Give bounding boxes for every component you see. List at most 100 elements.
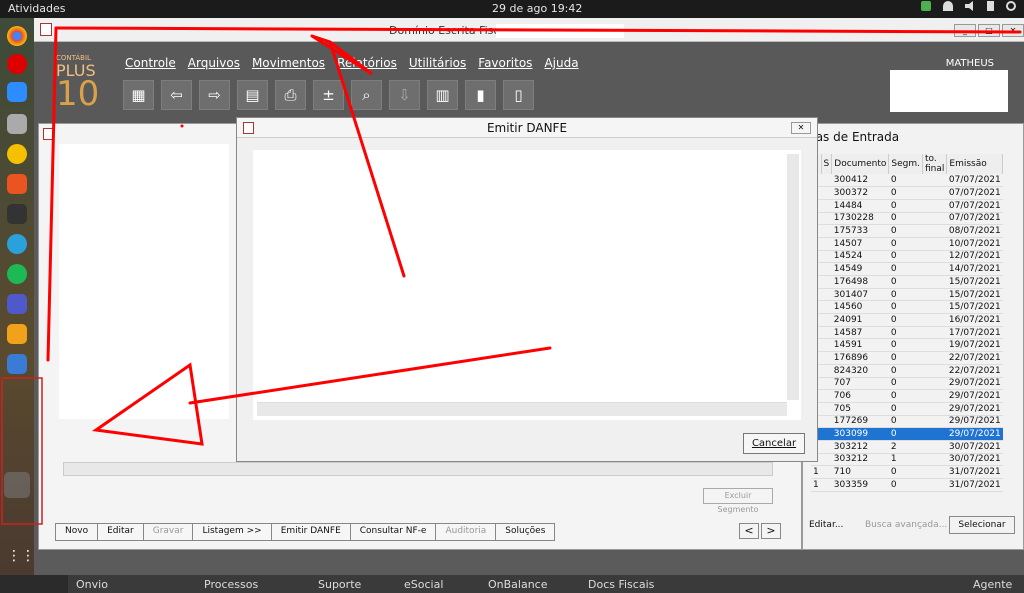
mail-icon[interactable] <box>7 354 27 374</box>
table-row[interactable]: 301407 0 15/07/2021 <box>811 288 1003 302</box>
table-row[interactable]: 303212 1 30/07/2021 <box>811 453 1003 467</box>
excluir-segmento-button[interactable]: Excluir Segmento <box>703 488 773 514</box>
suporte-item[interactable]: Suporte <box>318 578 361 591</box>
processos-item[interactable]: Processos <box>204 578 258 591</box>
esocial-item[interactable]: eSocial <box>404 578 443 591</box>
print-icon[interactable]: ⎙ <box>275 80 306 110</box>
menu-arquivos[interactable]: Arquivos <box>188 56 240 70</box>
table-row[interactable]: 14549 0 14/07/2021 <box>811 262 1003 276</box>
dialog-close-button[interactable]: ✕ <box>791 122 811 134</box>
table-row[interactable]: 300412 0 07/07/2021 <box>811 174 1003 188</box>
table-row[interactable]: 14587 0 17/07/2021 <box>811 326 1003 340</box>
table-row[interactable]: 1730228 0 07/07/2021 <box>811 212 1003 226</box>
table-cell <box>922 212 947 226</box>
table-row[interactable]: 705 0 29/07/2021 <box>811 402 1003 416</box>
table-row[interactable]: 303212 2 30/07/2021 <box>811 440 1003 454</box>
onvio-item[interactable]: Onvio <box>76 578 108 591</box>
column-header[interactable]: S <box>821 154 833 174</box>
menu-controle[interactable]: Controle <box>125 56 176 70</box>
exits-icon[interactable]: ⇨ <box>199 80 230 110</box>
teams-icon[interactable] <box>7 294 27 314</box>
table-row[interactable]: 1 303359 0 31/07/2021 <box>811 478 1003 492</box>
table-row[interactable]: 14591 0 19/07/2021 <box>811 338 1003 353</box>
horizontal-scrollbar[interactable] <box>63 462 773 476</box>
activities-button[interactable]: Atividades <box>8 2 65 15</box>
column-header[interactable]: Documento <box>831 154 890 174</box>
calculator-icon[interactable]: ▥ <box>427 80 458 110</box>
prev-button[interactable]: < <box>739 523 759 539</box>
close-button[interactable]: ✕ <box>1002 24 1024 37</box>
table-row[interactable]: 14484 0 07/07/2021 <box>811 199 1003 213</box>
column-header[interactable]: Emissão <box>946 154 1004 174</box>
calc-taxes-icon[interactable]: ± <box>313 80 344 110</box>
layers-icon[interactable] <box>7 324 27 344</box>
table-cell: 303212 <box>831 453 889 467</box>
spotify-icon[interactable] <box>7 264 27 284</box>
table-row[interactable]: 706 0 29/07/2021 <box>811 389 1003 403</box>
auditoria-button[interactable]: Auditoria <box>435 523 497 541</box>
minimize-button[interactable]: _ <box>954 24 976 37</box>
import-icon[interactable]: ⇩ <box>389 80 420 110</box>
selecionar-button[interactable]: Selecionar <box>949 516 1015 534</box>
table-row[interactable]: 14524 0 12/07/2021 <box>811 250 1003 264</box>
running-app-icon[interactable] <box>4 472 30 498</box>
cancelar-button[interactable]: Cancelar <box>743 433 805 454</box>
exit-door-icon[interactable]: ▯ <box>503 80 534 110</box>
chrome-icon[interactable] <box>7 26 27 46</box>
emitir-danfe-button[interactable]: Emitir DANFE <box>270 523 351 541</box>
agente-item[interactable]: Agente <box>973 578 1012 591</box>
system-tray[interactable] <box>921 1 1016 11</box>
table-row[interactable]: 176498 0 15/07/2021 <box>811 275 1003 289</box>
editar-right-button[interactable]: Editar... <box>809 520 849 530</box>
dialog-horizontal-scrollbar[interactable] <box>257 402 787 416</box>
gravar-button[interactable]: Gravar <box>142 523 194 541</box>
table-row[interactable]: 14507 0 10/07/2021 <box>811 237 1003 251</box>
table-row[interactable]: 14560 0 15/07/2021 <box>811 300 1003 315</box>
table-row[interactable]: 303099 0 29/07/2021 <box>811 427 1003 441</box>
maximize-button[interactable]: □ <box>978 24 1000 37</box>
company-icon[interactable]: ▦ <box>123 80 154 110</box>
entries-icon[interactable]: ⇦ <box>161 80 192 110</box>
table-row[interactable]: 176896 0 22/07/2021 <box>811 351 1003 365</box>
editar-button[interactable]: Editar <box>97 523 144 541</box>
solucoes-button[interactable]: Soluções <box>495 523 556 541</box>
menu-ajuda[interactable]: Ajuda <box>544 56 578 70</box>
terminal-icon[interactable] <box>7 204 27 224</box>
consultar-nfe-button[interactable]: Consultar NF-e <box>349 523 437 541</box>
report-icon[interactable]: ▮ <box>465 80 496 110</box>
table-row[interactable]: 24091 0 16/07/2021 <box>811 313 1003 327</box>
dialog-vertical-scrollbar[interactable] <box>787 154 799 400</box>
docs-fiscais-item[interactable]: Docs Fiscais <box>588 578 654 591</box>
column-header[interactable]: Segm. <box>888 154 923 174</box>
telegram-icon[interactable] <box>7 234 27 254</box>
window-title: Domínio Escrita Fiscal <box>389 24 510 37</box>
onbalance-item[interactable]: OnBalance <box>488 578 548 591</box>
table-cell <box>922 186 947 200</box>
busca-avancada-button[interactable]: Busca avançada... <box>865 520 947 530</box>
novo-button[interactable]: Novo <box>55 523 99 541</box>
files-icon[interactable] <box>7 114 27 134</box>
table-row[interactable]: 1 710 0 31/07/2021 <box>811 465 1003 479</box>
column-header[interactable]: to. final <box>922 154 948 174</box>
table-row[interactable]: 175733 0 08/07/2021 <box>811 224 1003 238</box>
table-row[interactable]: 824320 0 22/07/2021 <box>811 364 1003 378</box>
opera-icon[interactable] <box>7 54 27 74</box>
rhythmbox-icon[interactable] <box>7 144 27 164</box>
table-row[interactable]: 300372 0 07/07/2021 <box>811 186 1003 200</box>
table-row[interactable]: 707 0 29/07/2021 <box>811 377 1003 391</box>
menu-favoritos[interactable]: Favoritos <box>478 56 532 70</box>
software-icon[interactable] <box>7 174 27 194</box>
next-button[interactable]: > <box>761 523 781 539</box>
search-icon[interactable]: ⌕ <box>351 80 382 110</box>
clock[interactable]: 29 de ago 19:42 <box>492 2 582 15</box>
table-cell: 22/07/2021 <box>946 351 1003 365</box>
menu-movimentos[interactable]: Movimentos <box>252 56 325 70</box>
menu-relatorios[interactable]: Relatórios <box>337 56 397 70</box>
menu-utilitarios[interactable]: Utilitários <box>409 56 466 70</box>
listagem-button[interactable]: Listagem >> <box>192 523 272 541</box>
show-apps-icon[interactable]: ⋮⋮ <box>7 548 35 568</box>
table-row[interactable]: 177269 0 29/07/2021 <box>811 415 1003 429</box>
zoom-icon[interactable] <box>7 82 27 102</box>
app-logo-icon <box>40 23 52 36</box>
services-icon[interactable]: ▤ <box>237 80 268 110</box>
